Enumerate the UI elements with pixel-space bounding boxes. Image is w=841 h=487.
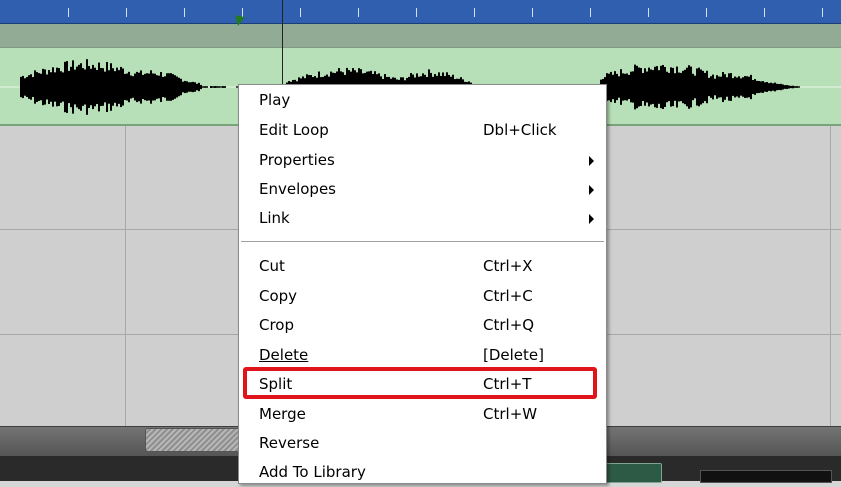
ruler-tick xyxy=(474,8,475,17)
menu-item-label: Properties xyxy=(259,151,335,169)
menu-item-label: Add To Library xyxy=(259,463,366,481)
scrollbar-thumb[interactable] xyxy=(145,428,242,452)
menu-item-label: Copy xyxy=(259,287,298,305)
ruler-tick xyxy=(358,8,359,17)
menu-separator xyxy=(241,241,604,243)
clip-header[interactable] xyxy=(0,24,841,48)
menu-item-label: Merge xyxy=(259,405,306,423)
menu-item-label: Cut xyxy=(259,257,285,275)
menu-item-label: Delete xyxy=(259,346,309,364)
menu-item-shortcut: Ctrl+W xyxy=(483,405,538,423)
menu-item-crop[interactable]: Crop Ctrl+Q xyxy=(239,310,606,340)
ruler-tick xyxy=(126,8,127,17)
menu-item-properties[interactable]: Properties xyxy=(239,145,606,175)
menu-item-merge[interactable]: Merge Ctrl+W xyxy=(239,399,606,429)
menu-item-cut[interactable]: Cut Ctrl+X xyxy=(239,251,606,281)
timeline-ruler[interactable] xyxy=(0,0,841,24)
context-menu: Play Edit Loop Dbl+Click Properties Enve… xyxy=(238,84,607,484)
ruler-tick xyxy=(822,8,823,17)
menu-item-play[interactable]: Play xyxy=(239,85,606,115)
ruler-tick xyxy=(184,8,185,17)
grid-line xyxy=(125,126,126,426)
ruler-tick xyxy=(300,8,301,17)
menu-item-link[interactable]: Link xyxy=(239,203,606,233)
menu-item-shortcut: Ctrl+X xyxy=(483,257,533,275)
menu-item-shortcut: Ctrl+Q xyxy=(483,316,535,334)
menu-item-label: Envelopes xyxy=(259,180,336,198)
menu-item-copy[interactable]: Copy Ctrl+C xyxy=(239,281,606,311)
menu-item-label: Crop xyxy=(259,316,295,334)
split-highlight-box xyxy=(243,367,597,399)
submenu-arrow-icon xyxy=(589,156,594,166)
menu-item-add-to-library[interactable]: Add To Library xyxy=(239,457,606,487)
menu-item-envelopes[interactable]: Envelopes xyxy=(239,174,606,204)
grid-line xyxy=(830,126,831,426)
submenu-arrow-icon xyxy=(589,214,594,224)
menu-item-label: Link xyxy=(259,209,290,227)
menu-item-delete[interactable]: Delete [Delete] xyxy=(239,340,606,370)
menu-item-shortcut: Dbl+Click xyxy=(483,121,557,139)
ruler-tick xyxy=(532,8,533,17)
ruler-tick xyxy=(68,8,69,17)
menu-item-label: Play xyxy=(259,91,291,109)
ruler-tick xyxy=(590,8,591,17)
loop-marker-icon[interactable] xyxy=(233,15,245,27)
menu-item-shortcut: Ctrl+C xyxy=(483,287,533,305)
panel-slider-slot[interactable] xyxy=(700,470,832,483)
panel-control[interactable] xyxy=(605,463,662,483)
ruler-tick xyxy=(706,8,707,17)
menu-item-reverse[interactable]: Reverse xyxy=(239,428,606,458)
ruler-tick xyxy=(648,8,649,17)
submenu-arrow-icon xyxy=(589,185,594,195)
menu-item-edit-loop[interactable]: Edit Loop Dbl+Click xyxy=(239,115,606,145)
ruler-tick xyxy=(764,8,765,17)
menu-item-shortcut: [Delete] xyxy=(483,346,544,364)
menu-item-label: Reverse xyxy=(259,434,320,452)
menu-item-label: Edit Loop xyxy=(259,121,329,139)
ruler-tick xyxy=(416,8,417,17)
